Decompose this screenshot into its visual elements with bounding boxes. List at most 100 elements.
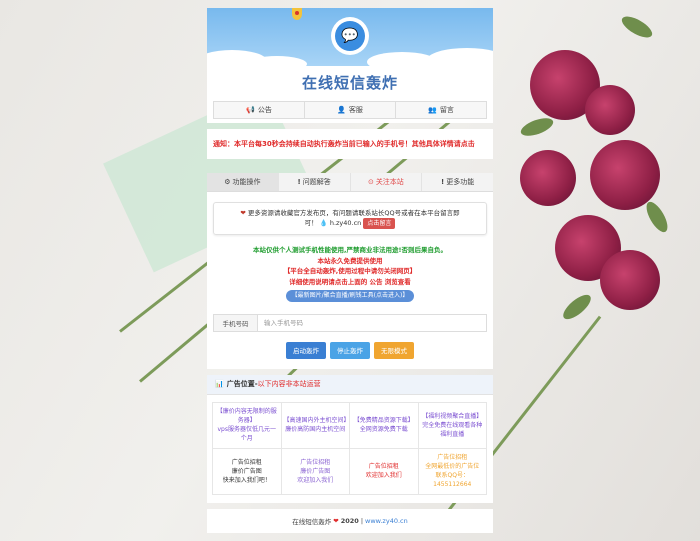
- latest-links-pill[interactable]: 【最新图片/聚合直播/刷钱工具(点击进入)】: [285, 289, 415, 302]
- ad-text: 广告位招租 廉价广告图 快来加入我们吧！: [223, 458, 271, 485]
- start-button[interactable]: 启动轰炸: [286, 341, 326, 359]
- nav-label: 留言: [439, 106, 454, 114]
- ad-line: 廉价广告图: [300, 467, 331, 475]
- header-banner: 💬: [207, 8, 493, 66]
- ad-text: 【福利视频聚合直播】 完全免费在线观看各种福利直播: [421, 412, 485, 439]
- ad-section: 📊 广告位置- 以下内容非本站运营 【廉价内容无限制的服务器】 vps服务器仅低几…: [207, 374, 493, 503]
- ad-cell[interactable]: 【免费精品资源下载】 全网资源免费下载: [349, 401, 419, 449]
- unlimited-mode-button[interactable]: 无限模式: [374, 341, 414, 359]
- ad-text: 广告位招租 廉价广告图 欢迎加入我们: [297, 458, 333, 485]
- ad-line: 【免费精品资源下载】: [353, 417, 414, 425]
- ad-cell[interactable]: 广告位招租 全网最低价的广告位 联系QQ号：1455112664: [417, 447, 487, 495]
- ad-cell[interactable]: 【高速国内外主机空间】 廉价高防国内主机空间: [280, 401, 350, 449]
- ad-title: 广告位置-: [226, 380, 258, 389]
- heart-icon: ❤: [333, 516, 339, 525]
- footer-separator: |: [360, 516, 364, 525]
- bar-chart-icon: 📊: [215, 380, 224, 389]
- ad-line: 【福利视频聚合直播】: [422, 412, 483, 420]
- nav-label: 客服: [348, 106, 363, 114]
- exclamation-icon: !: [297, 178, 301, 186]
- heart-icon: ❤: [240, 209, 246, 217]
- ad-cell[interactable]: 广告位招租 欢迎加入我们: [349, 447, 419, 495]
- drop-icon: 💧: [319, 219, 328, 228]
- ad-line: 全网资源免费下载: [359, 426, 408, 434]
- tab-faq[interactable]: ! 问题解答: [279, 173, 351, 191]
- tab-label: 更多功能: [446, 178, 475, 186]
- top-nav: 📢 公告 👤 客服 👥 留言: [213, 101, 487, 119]
- nav-message[interactable]: 👥 留言: [396, 102, 486, 118]
- tab-follow[interactable]: ⊙ 关注本站: [351, 173, 423, 191]
- ad-line: 全网最低价的广告位: [425, 463, 480, 471]
- footer-link[interactable]: www.zy40.cn: [365, 517, 408, 525]
- ad-line: vps服务器仅低几元一个月: [217, 426, 277, 443]
- title-box: 在线短信轰炸 📢 公告 👤 客服 👥 留言: [207, 66, 493, 123]
- note-line: 本站仅供个人测试手机性能使用,严禁商业非法用途!否则后果自负。: [253, 246, 447, 255]
- ad-line: 广告位招租: [300, 458, 331, 466]
- exclamation-icon: !: [441, 178, 445, 186]
- tab-label: 问题解答: [302, 178, 331, 186]
- ad-text: 【高速国内外主机空间】 廉价高防国内主机空间: [283, 416, 350, 434]
- ad-disclaimer: 以下内容非本站运营: [257, 380, 321, 389]
- ad-line: 【高速国内外主机空间】: [283, 417, 350, 425]
- heart-circle-icon: ⊙: [367, 178, 374, 186]
- ad-line: 【廉价内容无限制的服务器】: [216, 408, 277, 425]
- page-title: 在线短信轰炸: [301, 74, 398, 92]
- tab-more[interactable]: ! 更多功能: [422, 173, 493, 191]
- footer-year: 2020: [340, 516, 359, 525]
- users-icon: 👥: [428, 106, 437, 114]
- user-icon: 👤: [337, 106, 346, 114]
- medal-icon: [292, 8, 302, 20]
- footer-site-name: 在线短信轰炸: [292, 517, 332, 526]
- ad-line: 欢迎加入我们: [365, 472, 402, 480]
- ad-line: 廉价高防国内主机空间: [285, 426, 346, 434]
- ad-line: 欢迎加入我们: [297, 476, 334, 484]
- phone-label: 手机号码: [214, 314, 258, 331]
- ad-line: 广告位招租: [437, 454, 468, 462]
- info-line1: 更多资源请收藏官方发布页，有问题请联系站长QQ号或者在本平台留言即: [247, 209, 460, 217]
- ad-cell[interactable]: 广告位招租 廉价广告图 欢迎加入我们: [280, 447, 350, 495]
- operations-panel: ❤ 更多资源请收藏官方发布页，有问题请联系站长QQ号或者在本平台留言即 可！ 💧…: [207, 192, 493, 369]
- gear-icon: ⚙: [224, 178, 231, 186]
- leave-message-button[interactable]: 点击留言: [363, 218, 396, 230]
- tab-label: 关注本站: [375, 178, 404, 186]
- chat-bubble-logo: 💬: [331, 17, 369, 55]
- action-buttons: 启动轰炸 停止轰炸 无限模式: [213, 341, 487, 359]
- note-line: 详细使用说明请点击上面的 公告 浏览查看: [289, 277, 411, 286]
- info-box: ❤ 更多资源请收藏官方发布页，有问题请联系站长QQ号或者在本平台留言即 可！ 💧…: [213, 202, 487, 236]
- ad-text: 【廉价内容无限制的服务器】 vps服务器仅低几元一个月: [215, 407, 279, 443]
- stop-button[interactable]: 停止轰炸: [330, 341, 370, 359]
- ad-text: 广告位招租 全网最低价的广告位 联系QQ号：1455112664: [421, 453, 485, 489]
- tab-bar: ⚙ 功能操作 ! 问题解答 ⊙ 关注本站 ! 更多功能: [207, 173, 493, 192]
- notice-text: 通知：本平台每30秒会持续自动执行轰炸当前已输入的手机号！其他具体详情请点击: [213, 140, 475, 148]
- ad-cell[interactable]: 广告位招租 廉价广告图 快来加入我们吧！: [212, 447, 282, 495]
- ad-line: 广告位招租: [368, 463, 399, 471]
- note-line: 【平台全自动轰炸,使用过程中请勿关闭网页】: [283, 267, 417, 276]
- nav-announcement[interactable]: 📢 公告: [214, 102, 305, 118]
- ad-cell[interactable]: 【福利视频聚合直播】 完全免费在线观看各种福利直播: [417, 401, 487, 449]
- info-line2: 可！: [304, 219, 318, 228]
- note-line: 本站永久免费提供使用: [317, 256, 383, 265]
- nav-label: 公告: [257, 106, 272, 114]
- main-column: 💬 在线短信轰炸 📢 公告 👤 客服 👥 留言 通知：本平台每30秒会持续自动执…: [207, 8, 493, 533]
- footer: 在线短信轰炸 ❤ 2020 | www.zy40.cn: [207, 508, 493, 533]
- ad-line: 广告位招租: [231, 458, 262, 466]
- notice-marquee[interactable]: 通知：本平台每30秒会持续自动执行轰炸当前已输入的手机号！其他具体详情请点击: [207, 129, 493, 159]
- ad-grid: 【廉价内容无限制的服务器】 vps服务器仅低几元一个月 【高速国内外主机空间】 廉价高…: [207, 395, 493, 503]
- ad-line: 快来加入我们吧！: [222, 476, 271, 484]
- ad-cell[interactable]: 【廉价内容无限制的服务器】 vps服务器仅低几元一个月: [212, 401, 282, 449]
- phone-input[interactable]: [258, 314, 486, 331]
- tab-label: 功能操作: [232, 178, 261, 186]
- ad-header: 📊 广告位置- 以下内容非本站运营: [207, 374, 493, 395]
- ad-text: 【免费精品资源下载】 全网资源免费下载: [354, 416, 414, 434]
- chat-bubble-icon: 💬: [335, 21, 365, 51]
- tab-operations[interactable]: ⚙ 功能操作: [207, 173, 279, 191]
- info-url[interactable]: h.zy40.cn: [330, 219, 361, 227]
- ad-line: 联系QQ号：1455112664: [433, 472, 472, 489]
- usage-notes: 本站仅供个人测试手机性能使用,严禁商业非法用途!否则后果自负。 本站永久免费提供…: [213, 245, 487, 302]
- nav-support[interactable]: 👤 客服: [305, 102, 396, 118]
- ad-line: 完全免费在线观看各种福利直播: [422, 421, 483, 438]
- phone-field-row: 手机号码: [213, 313, 487, 332]
- ad-text: 广告位招租 欢迎加入我们: [366, 462, 402, 480]
- ad-line: 廉价广告图: [231, 467, 262, 475]
- megaphone-icon: 📢: [246, 106, 255, 114]
